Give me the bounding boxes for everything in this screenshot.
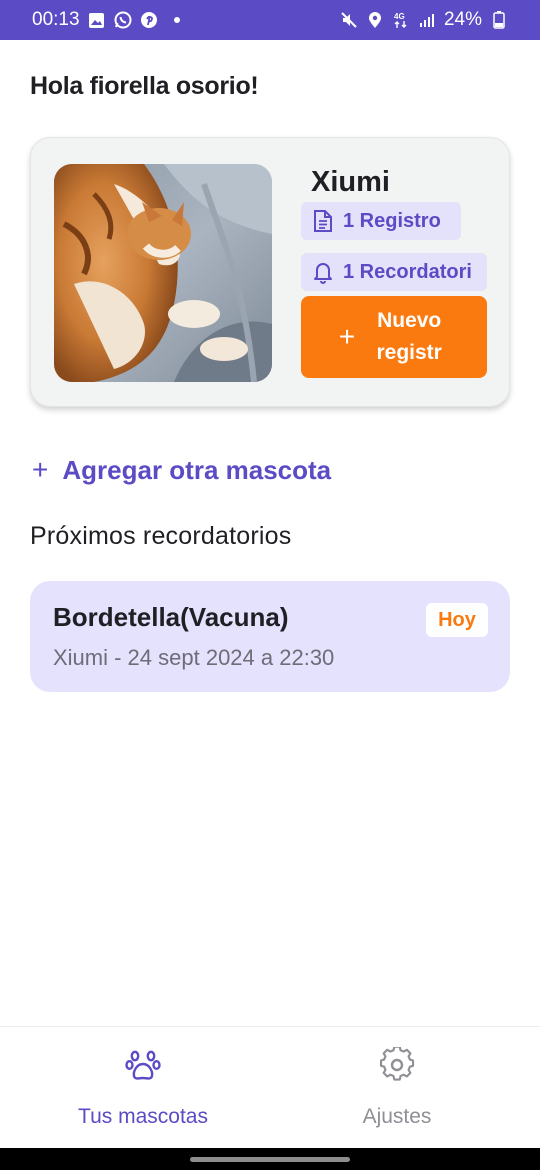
nav-tab-pets-label: Tus mascotas bbox=[78, 1105, 208, 1128]
4g-icon: 4G bbox=[392, 11, 410, 29]
mute-icon bbox=[340, 11, 358, 29]
gear-icon bbox=[379, 1047, 415, 1081]
system-gesture-bar bbox=[0, 1148, 540, 1170]
pet-photo[interactable] bbox=[54, 164, 272, 382]
svg-text:4G: 4G bbox=[394, 12, 405, 21]
location-icon bbox=[366, 11, 384, 29]
document-icon bbox=[314, 210, 332, 232]
battery-icon bbox=[490, 11, 508, 29]
new-record-label: Nuevo registr bbox=[376, 309, 442, 364]
whatsapp-icon bbox=[114, 11, 132, 29]
reminders-chip-label: 1 Recordatori bbox=[343, 260, 472, 283]
paw-icon bbox=[125, 1050, 161, 1080]
reminders-chip[interactable]: 1 Recordatori bbox=[301, 253, 487, 291]
records-chip-label: 1 Registro bbox=[343, 209, 441, 232]
pinterest-icon bbox=[140, 11, 158, 29]
greeting-title: Hola fiorella osorio! bbox=[30, 72, 259, 100]
signal-icon bbox=[418, 11, 436, 29]
new-record-button[interactable]: + Nuevo registr bbox=[301, 296, 487, 378]
status-time: 00:13 bbox=[32, 9, 80, 30]
home-gesture-handle[interactable] bbox=[190, 1157, 350, 1162]
pet-card[interactable]: Xiumi 1 Registro 1 Recordatori + Nuevo r… bbox=[30, 137, 510, 407]
notification-dot-icon bbox=[173, 17, 180, 23]
upcoming-reminders-title: Próximos recordatorios bbox=[30, 522, 292, 550]
bell-icon bbox=[314, 263, 332, 284]
gallery-icon bbox=[88, 11, 106, 29]
nav-tab-settings-label: Ajustes bbox=[362, 1105, 432, 1128]
reminder-subtitle: Xiumi - 24 sept 2024 a 22:30 bbox=[53, 645, 335, 670]
reminder-date-badge: Hoy bbox=[426, 603, 488, 637]
bottom-nav: Tus mascotas Ajustes bbox=[0, 1026, 540, 1148]
battery-percent: 24% bbox=[443, 9, 482, 30]
nav-tab-settings[interactable]: Ajustes bbox=[262, 1027, 532, 1149]
status-bar: 00:13 4G 24% bbox=[0, 0, 540, 40]
nav-tab-pets[interactable]: Tus mascotas bbox=[8, 1027, 278, 1149]
pet-name: Xiumi bbox=[311, 166, 390, 198]
reminder-title: Bordetella(Vacuna) bbox=[53, 602, 289, 632]
add-pet-label: Agregar otra mascota bbox=[62, 454, 332, 485]
records-chip[interactable]: 1 Registro bbox=[301, 202, 461, 240]
add-pet-button[interactable]: + Agregar otra mascota bbox=[32, 454, 331, 486]
plus-icon: + bbox=[338, 321, 356, 352]
plus-icon: + bbox=[32, 454, 49, 485]
reminder-card[interactable]: Bordetella(Vacuna) Xiumi - 24 sept 2024 … bbox=[30, 581, 510, 692]
